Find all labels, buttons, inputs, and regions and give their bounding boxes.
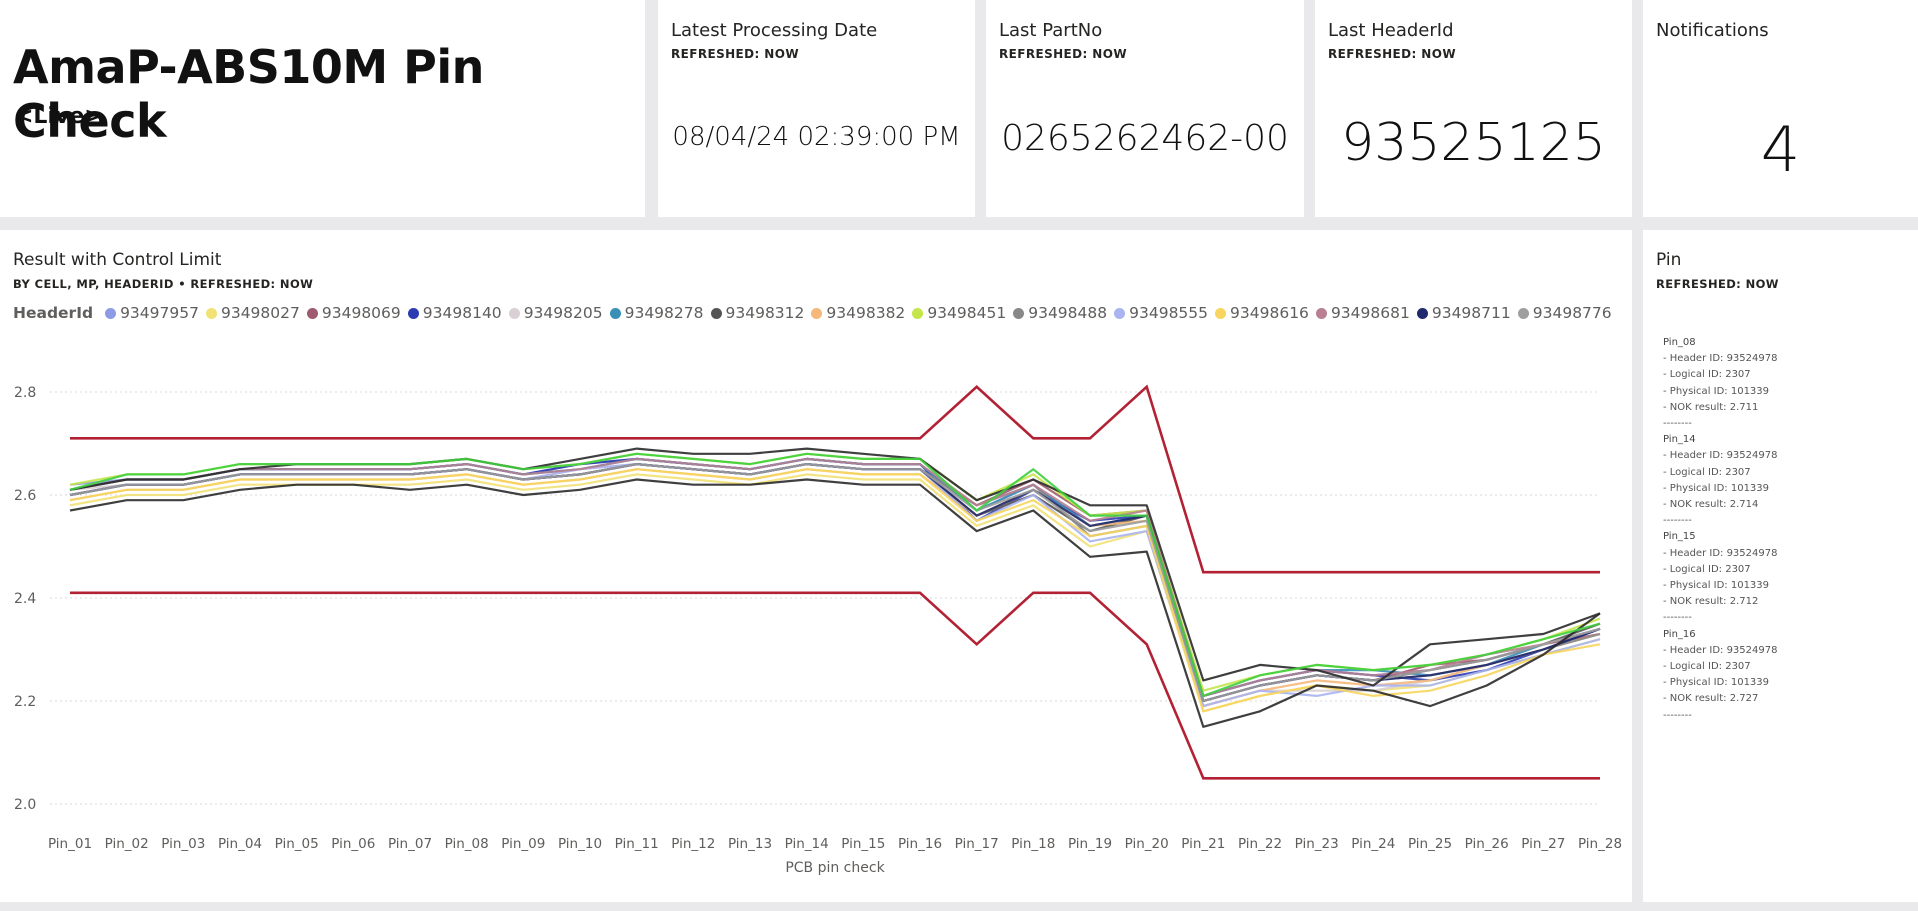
card-notifications[interactable]: Notifications 4 (1643, 0, 1918, 217)
series-line (69, 463, 1601, 703)
x-axis-label: PCB pin check (785, 860, 885, 876)
pin-entry-detail: -------- (1663, 709, 1692, 721)
card-title: Last HeaderId (1328, 20, 1454, 41)
pin-entry-title: Pin_15 (1663, 531, 1696, 543)
series-line (69, 463, 1601, 703)
y-tick-label: 2.6 (14, 488, 36, 504)
pin-entry-detail: - Physical ID: 101339 (1663, 677, 1770, 689)
pin-entry-detail: -------- (1663, 418, 1692, 430)
card-refreshed: REFRESHED: NOW (1328, 47, 1456, 61)
series-line (69, 457, 1601, 697)
x-tick-label: Pin_08 (445, 836, 489, 852)
pin-panel-refreshed: REFRESHED: NOW (1656, 277, 1779, 291)
x-tick-label: Pin_22 (1238, 836, 1282, 852)
pin-entry-detail: - Logical ID: 2307 (1663, 369, 1751, 381)
series-line (69, 463, 1601, 703)
pin-entry-detail: - Physical ID: 101339 (1663, 385, 1770, 397)
x-tick-label: Pin_09 (501, 836, 545, 852)
pin-entry-detail: - Header ID: 93524978 (1663, 644, 1778, 656)
x-tick-label: Pin_28 (1578, 836, 1622, 852)
series-line (69, 463, 1601, 703)
x-tick-label: Pin_27 (1521, 836, 1565, 852)
card-value: 08/04/24 02:39:00 PM (672, 122, 961, 152)
pin-entry-detail: - Physical ID: 101339 (1663, 482, 1770, 494)
pin-entry-detail: - Logical ID: 2307 (1663, 466, 1751, 478)
x-tick-label: Pin_24 (1351, 836, 1395, 852)
x-tick-label: Pin_21 (1181, 836, 1225, 852)
x-tick-label: Pin_01 (48, 836, 92, 852)
pin-entry-detail: - Header ID: 93524978 (1663, 547, 1778, 559)
card-refreshed: REFRESHED: NOW (671, 47, 799, 61)
pin-entry-detail: - Header ID: 93524978 (1663, 353, 1778, 365)
pin-entry-detail: - Logical ID: 2307 (1663, 563, 1751, 575)
y-tick-label: 2.8 (14, 385, 36, 401)
x-tick-label: Pin_07 (388, 836, 432, 852)
card-latest-processing-date[interactable]: Latest Processing Date REFRESHED: NOW 08… (658, 0, 975, 217)
x-tick-label: Pin_06 (331, 836, 375, 852)
pin-entry-title: Pin_14 (1663, 434, 1696, 446)
x-tick-label: Pin_25 (1408, 836, 1452, 852)
pin-entry-title: Pin_08 (1663, 337, 1696, 348)
x-tick-label: Pin_05 (275, 836, 319, 852)
pin-entry-detail: - NOK result: 2.727 (1663, 693, 1759, 705)
x-tick-label: Pin_12 (671, 836, 715, 852)
pin-entry-detail: - NOK result: 2.714 (1663, 499, 1759, 511)
card-value: 4 (1760, 113, 1801, 186)
x-tick-label: Pin_18 (1011, 836, 1055, 852)
x-tick-label: Pin_15 (841, 836, 885, 852)
series-line (69, 457, 1601, 697)
card-last-partno[interactable]: Last PartNo REFRESHED: NOW 0265262462-00 (986, 0, 1304, 217)
pin-entry-title: Pin_16 (1663, 628, 1696, 640)
pin-entry-detail: - Header ID: 93524978 (1663, 450, 1778, 462)
card-refreshed: REFRESHED: NOW (999, 47, 1127, 61)
series-line (69, 457, 1601, 697)
pin-entry-detail: -------- (1663, 612, 1692, 624)
series-line (69, 457, 1601, 697)
x-tick-label: Pin_19 (1068, 836, 1112, 852)
series-line (69, 463, 1601, 703)
x-tick-label: Pin_10 (558, 836, 602, 852)
x-tick-label: Pin_16 (898, 836, 942, 852)
card-title: Last PartNo (999, 20, 1103, 41)
pin-entry-detail: -------- (1663, 515, 1692, 527)
x-tick-label: Pin_03 (161, 836, 205, 852)
pin-nok-list: Pin_08 - Header ID: 93524978 - Logical ID:… (1663, 335, 1777, 724)
pin-panel[interactable]: Pin REFRESHED: NOW Pin_08 - Header ID: 93… (1643, 230, 1918, 902)
pin-panel-title: Pin (1656, 250, 1682, 270)
title-tile: AmaP-ABS10M Pin Check <Live> (0, 0, 645, 217)
page-subtitle: <Live> (15, 104, 103, 129)
card-value: 93525125 (1341, 113, 1606, 173)
series-line (69, 452, 1601, 697)
x-tick-label: Pin_17 (955, 836, 999, 852)
chart-tile[interactable]: Result with Control Limit BY CELL, MP, H… (0, 230, 1632, 902)
x-tick-label: Pin_26 (1465, 836, 1509, 852)
x-tick-label: Pin_20 (1125, 836, 1169, 852)
x-tick-label: Pin_13 (728, 836, 772, 852)
pin-entry-detail: - Physical ID: 101339 (1663, 580, 1770, 592)
card-value: 0265262462-00 (1001, 118, 1289, 159)
line-chart[interactable]: 2.0 2.2 2.4 2.6 2.8 Pin_01 Pin_02 Pin_03 Pin_04 P… (0, 230, 1632, 902)
page-title: AmaP-ABS10M Pin Check (13, 40, 484, 148)
card-title: Notifications (1656, 20, 1769, 41)
x-tick-label: Pin_04 (218, 836, 262, 852)
series-line (69, 478, 1601, 728)
y-tick-label: 2.0 (14, 797, 36, 813)
card-last-headerid[interactable]: Last HeaderId REFRESHED: NOW 93525125 (1315, 0, 1632, 217)
pin-entry-detail: - NOK result: 2.712 (1663, 596, 1759, 608)
pin-entry-detail: - Logical ID: 2307 (1663, 661, 1751, 673)
x-tick-label: Pin_02 (105, 836, 149, 852)
y-tick-label: 2.4 (14, 591, 36, 607)
x-tick-label: Pin_14 (785, 836, 829, 852)
pin-entry-detail: - NOK result: 2.711 (1663, 401, 1759, 413)
x-tick-label: Pin_23 (1295, 836, 1339, 852)
x-tick-label: Pin_11 (615, 836, 659, 852)
y-tick-label: 2.2 (14, 694, 36, 710)
card-title: Latest Processing Date (671, 20, 878, 41)
